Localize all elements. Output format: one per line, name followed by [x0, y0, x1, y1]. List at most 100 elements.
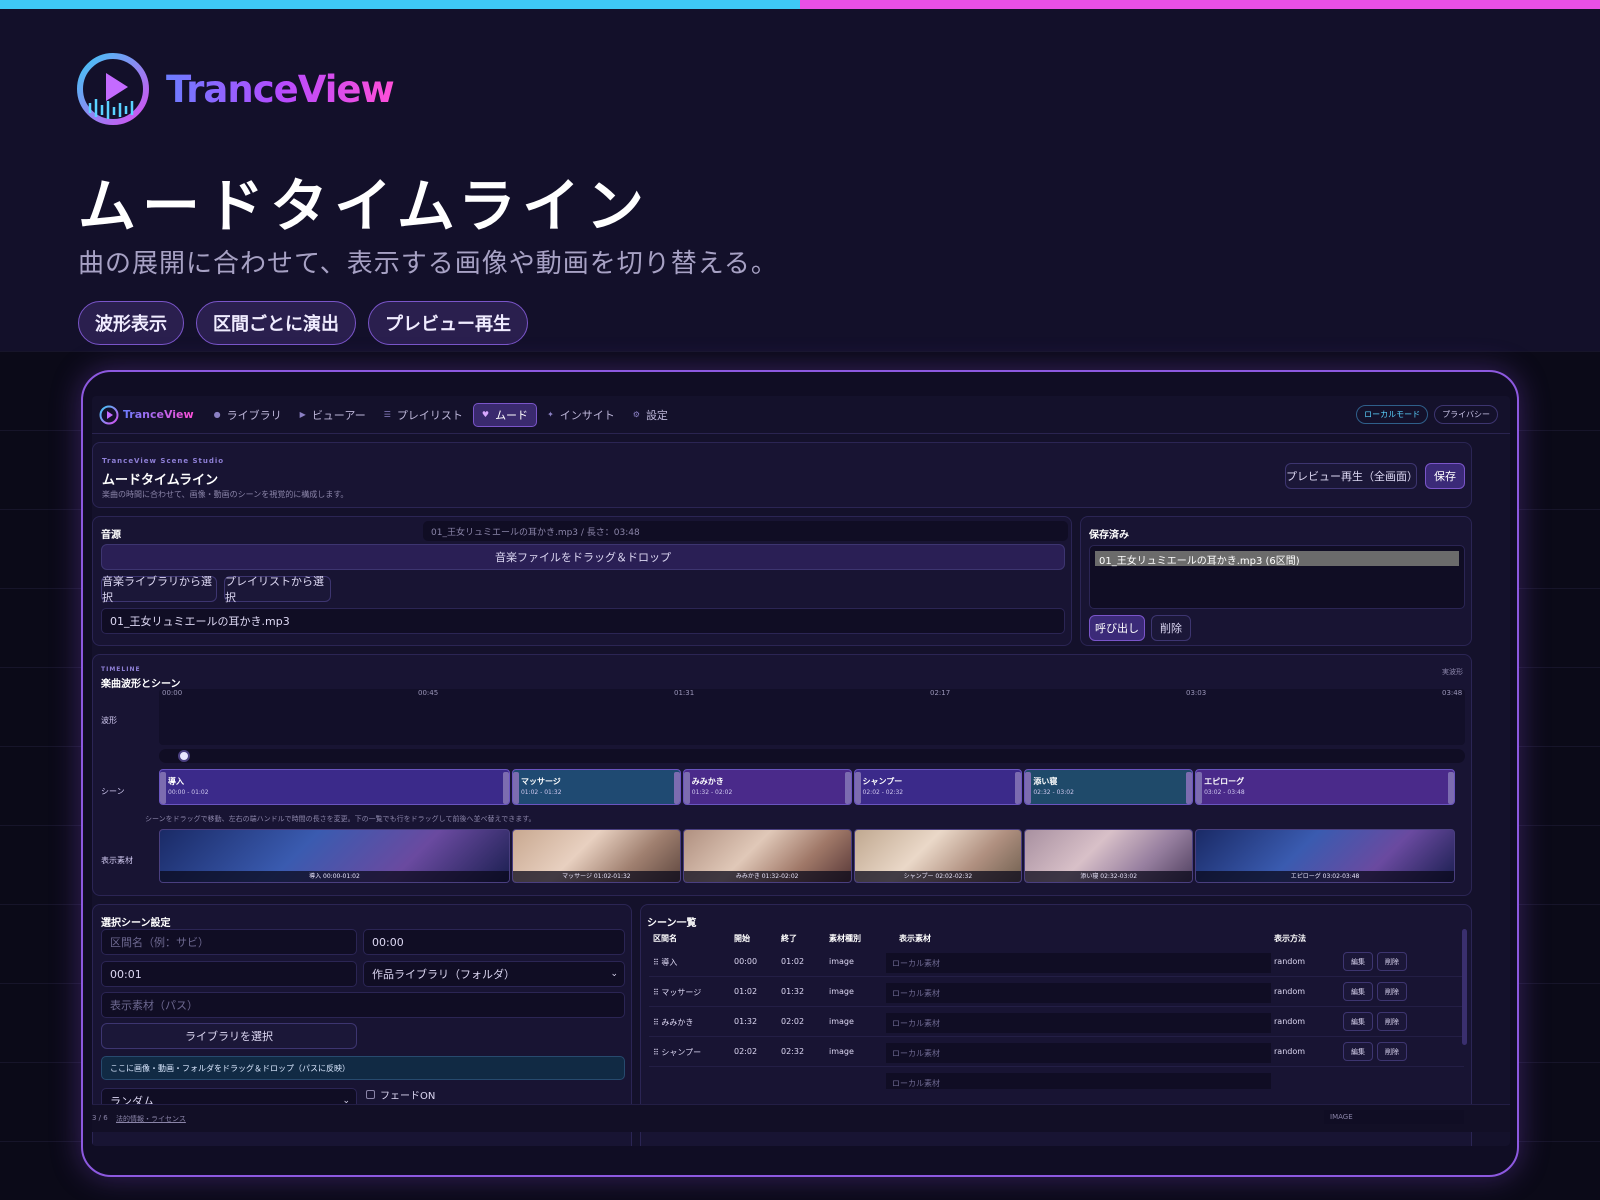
playhead-knob[interactable]	[178, 750, 191, 762]
table-row[interactable]: ローカル素材	[649, 1067, 1464, 1089]
scene-block[interactable]: みみかき 01:32 - 02:02	[682, 769, 852, 805]
scene-handle-right[interactable]	[502, 772, 509, 804]
brand-logo-icon	[77, 53, 149, 125]
select-from-playlist-button[interactable]: プレイリストから選択	[224, 575, 331, 604]
scene-handle-right[interactable]	[844, 772, 851, 804]
hero-subtitle: 曲の展開に合わせて、表示する画像や動画を切り替える。	[78, 249, 778, 279]
select-from-music-library-button[interactable]: 音楽ライブラリから選択	[101, 575, 217, 604]
scene-table: 区間名 開始 終了 素材種別 表示素材 表示方法 ⠿ 導入 00:00 01:02 i…	[649, 929, 1464, 1089]
saved-list-item[interactable]: 01_王女リュミエールの耳かき.mp3 (6区間)	[1095, 551, 1459, 567]
save-button[interactable]: 保存	[1425, 463, 1465, 489]
nav-item-library[interactable]: ● ライブラリ	[206, 403, 290, 427]
delete-saved-button[interactable]: 削除	[1151, 615, 1191, 641]
brand-logo: TranceView	[70, 51, 395, 127]
scene-handle-left[interactable]	[854, 772, 861, 804]
media-thumbnail[interactable]: みみかき 01:32-02:02	[682, 829, 852, 883]
studio-title: ムードタイムライン	[102, 473, 219, 488]
col-source: 表示素材	[899, 934, 931, 943]
source-type-select[interactable]: 作品ライブラリ（フォルダ） ⌄	[363, 961, 625, 987]
fade-label: フェードON	[380, 1091, 436, 1102]
saved-list[interactable]: 01_王女リュミエールの耳かき.mp3 (6区間)	[1089, 545, 1465, 609]
pill-waveform: 波形表示	[78, 301, 184, 345]
select-library-button[interactable]: ライブラリを選択	[101, 1023, 357, 1049]
table-row[interactable]: ⠿ 導入 00:00 01:02 image random ローカル素材 編集 削除	[649, 947, 1464, 977]
playhead-track[interactable]	[159, 749, 1465, 763]
scene-block[interactable]: 導入 00:00 - 01:02	[159, 769, 510, 805]
local-mode-badge[interactable]: ローカルモード	[1356, 405, 1429, 424]
scene-range: 03:02 - 03:48	[1204, 789, 1245, 796]
scene-name-input[interactable]: 区間名（例：サビ）	[101, 929, 357, 955]
media-path-input[interactable]: 表示素材（パス）	[101, 992, 625, 1018]
table-row[interactable]: ⠿ マッサージ 01:02 01:32 image random ローカル素材 編集 削除	[649, 977, 1464, 1007]
music-file-field[interactable]: 01_王女リュミエールの耳かき.mp3	[101, 608, 1065, 634]
scene-handle-right[interactable]	[1015, 772, 1022, 804]
preview-fullscreen-button[interactable]: プレビュー再生（全画面）	[1285, 463, 1418, 489]
media-thumbnail[interactable]: シャンプー 02:02-02:32	[853, 829, 1023, 883]
media-thumbnail[interactable]: 導入 00:00-01:02	[159, 829, 510, 883]
scene-block[interactable]: シャンプー 02:02 - 02:32	[853, 769, 1023, 805]
nav-item-viewer[interactable]: ▶ ビューアー	[292, 403, 374, 427]
scene-handle-left[interactable]	[1025, 772, 1032, 804]
fade-toggle[interactable]: フェードON	[366, 1087, 435, 1102]
waveform-row-label: 波形	[101, 716, 117, 725]
scene-handle-left[interactable]	[160, 772, 166, 804]
row-edit-button[interactable]: 編集	[1343, 1012, 1373, 1031]
scene-handle-left[interactable]	[683, 772, 690, 804]
scene-end-input[interactable]: 00:01	[101, 961, 357, 987]
row-end: 02:32	[781, 1047, 805, 1056]
pill-preview: プレビュー再生	[368, 301, 528, 345]
table-row[interactable]: ⠿ シャンプー 02:02 02:32 image random ローカル素材 編集 削除	[649, 1037, 1464, 1067]
scene-handle-left[interactable]	[512, 772, 519, 804]
nav-item-insight[interactable]: ✦ インサイト	[539, 403, 623, 427]
row-edit-button[interactable]: 編集	[1343, 952, 1373, 971]
scene-list-title: シーン一覧	[647, 918, 697, 929]
row-delete-button[interactable]: 削除	[1377, 1012, 1407, 1031]
nav-logo[interactable]: TranceView	[98, 405, 194, 425]
row-delete-button[interactable]: 削除	[1377, 982, 1407, 1001]
row-edit-button[interactable]: 編集	[1343, 982, 1373, 1001]
nav-item-mood[interactable]: ♥ ムード	[472, 402, 538, 427]
scene-block[interactable]: 添い寝 02:32 - 03:02	[1024, 769, 1194, 805]
privacy-button[interactable]: プライバシー	[1434, 405, 1498, 424]
studio-eyebrow: TranceView Scene Studio	[102, 457, 225, 465]
media-thumbnail[interactable]: エピローグ 03:02-03:48	[1195, 829, 1455, 883]
scene-name: エピローグ	[1204, 777, 1245, 786]
nav-item-playlist[interactable]: ☰ プレイリスト	[376, 403, 471, 427]
waveform-mode-label[interactable]: 実波形	[1442, 667, 1463, 677]
row-delete-button[interactable]: 削除	[1377, 952, 1407, 971]
waveform-svg	[159, 695, 1464, 743]
scene-handle-left[interactable]	[1196, 772, 1203, 804]
scene-block[interactable]: エピローグ 03:02 - 03:48	[1195, 769, 1455, 805]
row-source: ローカル素材	[886, 1073, 1271, 1089]
row-edit-button[interactable]: 編集	[1343, 1042, 1373, 1061]
media-thumbnail[interactable]: マッサージ 01:02-01:32	[511, 829, 681, 883]
media-thumbnail[interactable]: 添い寝 02:32-03:02	[1024, 829, 1194, 883]
row-start: 02:02	[734, 1047, 758, 1056]
scene-block[interactable]: マッサージ 01:02 - 01:32	[511, 769, 681, 805]
scene-start-input[interactable]: 00:00	[363, 929, 625, 955]
scene-handle-right[interactable]	[673, 772, 680, 804]
library-icon: ●	[213, 410, 221, 419]
media-row-label: 表示素材	[101, 856, 133, 865]
waveform-area[interactable]: 00:00 00:45 01:31 02:17 03:03 03:48	[159, 689, 1465, 745]
row-type: image	[829, 1017, 854, 1026]
scene-name: みみかき	[691, 777, 724, 786]
row-delete-button[interactable]: 削除	[1377, 1042, 1407, 1061]
media-dropzone[interactable]: ここに画像・動画・フォルダをドラッグ＆ドロップ（パスに反映）	[101, 1056, 625, 1080]
scene-handle-right[interactable]	[1186, 772, 1193, 804]
table-row[interactable]: ⠿ みみかき 01:32 02:02 image random ローカル素材 編集 削除	[649, 1007, 1464, 1037]
fade-checkbox[interactable]	[366, 1090, 375, 1099]
scene-name: 添い寝	[1033, 777, 1058, 786]
nav-item-settings[interactable]: ⚙ 設定	[625, 403, 676, 427]
table-scrollbar[interactable]	[1462, 929, 1467, 1045]
scene-row-label: シーン	[101, 787, 125, 796]
hero-title: ムードタイムライン	[78, 172, 650, 240]
timeline-eyebrow: TIMELINE	[101, 666, 141, 673]
legal-link[interactable]: 法的情報・ライセンス	[116, 1114, 186, 1124]
load-saved-button[interactable]: 呼び出し	[1089, 615, 1145, 641]
scene-handle-right[interactable]	[1447, 772, 1454, 804]
music-dropzone[interactable]: 音楽ファイルをドラッグ＆ドロップ	[101, 544, 1065, 570]
scene-range: 01:32 - 02:02	[691, 789, 733, 796]
col-start: 開始	[734, 934, 750, 943]
scene-range: 01:02 - 01:32	[520, 789, 562, 796]
